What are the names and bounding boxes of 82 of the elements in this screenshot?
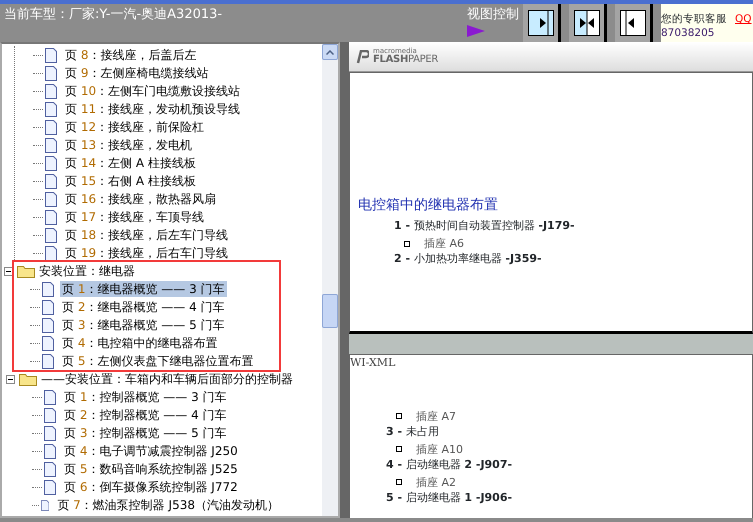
view-control-label: 视图控制 — [467, 8, 519, 21]
checkbox-bullet-icon — [396, 413, 402, 419]
page-icon — [45, 66, 57, 80]
service-label: 您的专职客服 — [661, 12, 727, 26]
list-item: 2 - 小加热功率继电器 -J359- — [393, 251, 543, 266]
tree-item[interactable]: 页 13：接线座，发电机 — [63, 137, 194, 153]
tree-item[interactable]: 页 15：右侧 A 柱接线板 — [63, 173, 198, 189]
tree-item[interactable]: 页 7：燃油泵控制器 J538（汽油发动机） — [55, 497, 281, 513]
page-icon — [45, 246, 57, 260]
caret-icon — [326, 50, 334, 54]
list-item: 1 - 预热时间自动装置控制器 -J179- — [393, 218, 576, 233]
page-icon — [40, 498, 50, 512]
folder-icon — [19, 372, 37, 386]
socket-label: 插座 A7 — [416, 408, 456, 424]
scroll-thumb[interactable] — [322, 294, 338, 328]
tree-item[interactable]: 页 8：接线座，后盖后左 — [63, 47, 198, 63]
tree-item[interactable]: 页 9：左侧座椅电缆接线站 — [63, 65, 210, 81]
tree-item[interactable]: 页 12：接线座，前保险杠 — [63, 119, 206, 135]
tree-item[interactable]: 页 5：数码音响系统控制器 J525 — [62, 461, 240, 477]
page-icon — [45, 156, 57, 170]
page-icon — [44, 444, 56, 458]
page-icon — [44, 462, 56, 476]
folder-label[interactable]: 安装位置：继电器 — [39, 262, 135, 280]
window-title: 当前车型：厂家:Y-一汽-奥迪A32013- — [3, 6, 224, 24]
tree-item[interactable]: 页 10：左侧车门电缆敷设接线站 — [63, 83, 242, 99]
socket-label: 插座 A2 — [416, 474, 456, 490]
tree-item[interactable]: 页 4：电控箱中的继电器布置 — [60, 335, 220, 351]
tree-item[interactable]: 页 3：继电器概览 —— 5 门车 — [60, 317, 227, 333]
checkbox-bullet-icon — [396, 446, 402, 452]
page-icon — [44, 480, 56, 494]
page-icon — [42, 282, 54, 296]
tree-item[interactable]: 页 16：接线座，散热器风扇 — [63, 191, 218, 207]
tree-item[interactable]: 页 17：接线座，车顶导线 — [63, 209, 206, 225]
folder-icon — [17, 264, 35, 278]
socket-label: 插座 A6 — [424, 236, 464, 251]
tree-item[interactable]: 页 4：电子调节减震控制器 J250 — [62, 443, 240, 459]
list-item: 4 - 启动继电器 2 -J907- — [385, 456, 514, 472]
page-icon — [45, 102, 57, 116]
view-button[interactable] — [569, 4, 607, 42]
section-heading: 电控箱中的继电器布置 — [358, 196, 499, 215]
page-icon — [45, 174, 57, 188]
page-icon — [45, 138, 57, 152]
page-icon — [42, 318, 54, 332]
tree-item[interactable]: 页 18：接线座，后左车门导线 — [63, 227, 230, 243]
page-label: WI-XML — [350, 355, 396, 371]
checkbox-bullet-icon — [404, 240, 410, 246]
page-icon — [42, 354, 54, 368]
list-item: 5 - 启动继电器 1 -J906- — [385, 490, 514, 504]
scrollbar[interactable] — [322, 44, 338, 516]
checkbox-bullet-icon — [396, 479, 402, 485]
page-icon — [42, 336, 54, 350]
view-button[interactable] — [523, 4, 561, 42]
tree-item[interactable]: 页 14：左侧 A 柱接线板 — [63, 155, 198, 171]
collapse-toggle[interactable] — [4, 266, 13, 276]
page-icon — [45, 228, 57, 242]
tree-item[interactable]: 页 2：继电器概览 —— 4 门车 — [60, 299, 227, 315]
collapse-toggle[interactable] — [6, 374, 15, 384]
tree-item[interactable]: 页 11：接线座，发动机预设导线 — [63, 101, 242, 117]
tree-item[interactable]: 页 1：控制器概览 —— 3 门车 — [62, 389, 229, 405]
page-icon — [45, 210, 57, 224]
phone-number: 87038205 — [661, 26, 716, 40]
page-icon — [45, 120, 57, 134]
page-icon — [44, 390, 56, 404]
list-item: 3 - 未占用 — [385, 424, 440, 438]
page-icon — [45, 192, 57, 206]
folder-label[interactable]: ——安装位置：车箱内和车辆后面部分的控制器 — [41, 370, 293, 388]
triangle-icon — [467, 25, 485, 37]
page-icon — [44, 408, 56, 422]
scroll-up-button[interactable] — [322, 44, 338, 60]
tree-item[interactable]: 页 19：接线座，后右车门导线 — [63, 245, 230, 261]
page-icon — [42, 300, 54, 314]
page-icon — [45, 48, 57, 62]
tree-item[interactable]: 页 1：继电器概览 —— 3 门车 — [60, 281, 227, 297]
view-button[interactable] — [615, 4, 653, 42]
socket-label: 插座 A10 — [416, 442, 464, 456]
tree-item[interactable]: 页 3：控制器概览 —— 5 门车 — [62, 425, 229, 441]
page-icon — [44, 426, 56, 440]
tree-item[interactable]: 页 6：倒车摄像系统控制器 J772 — [62, 479, 240, 495]
tree-item[interactable]: 页 5：左侧仪表盘下继电器位置布置 — [60, 353, 256, 369]
qq-link[interactable]: QQ — [735, 12, 752, 26]
page-icon — [45, 84, 57, 98]
tree-item[interactable]: 页 2：控制器概览 —— 4 门车 — [62, 407, 229, 423]
